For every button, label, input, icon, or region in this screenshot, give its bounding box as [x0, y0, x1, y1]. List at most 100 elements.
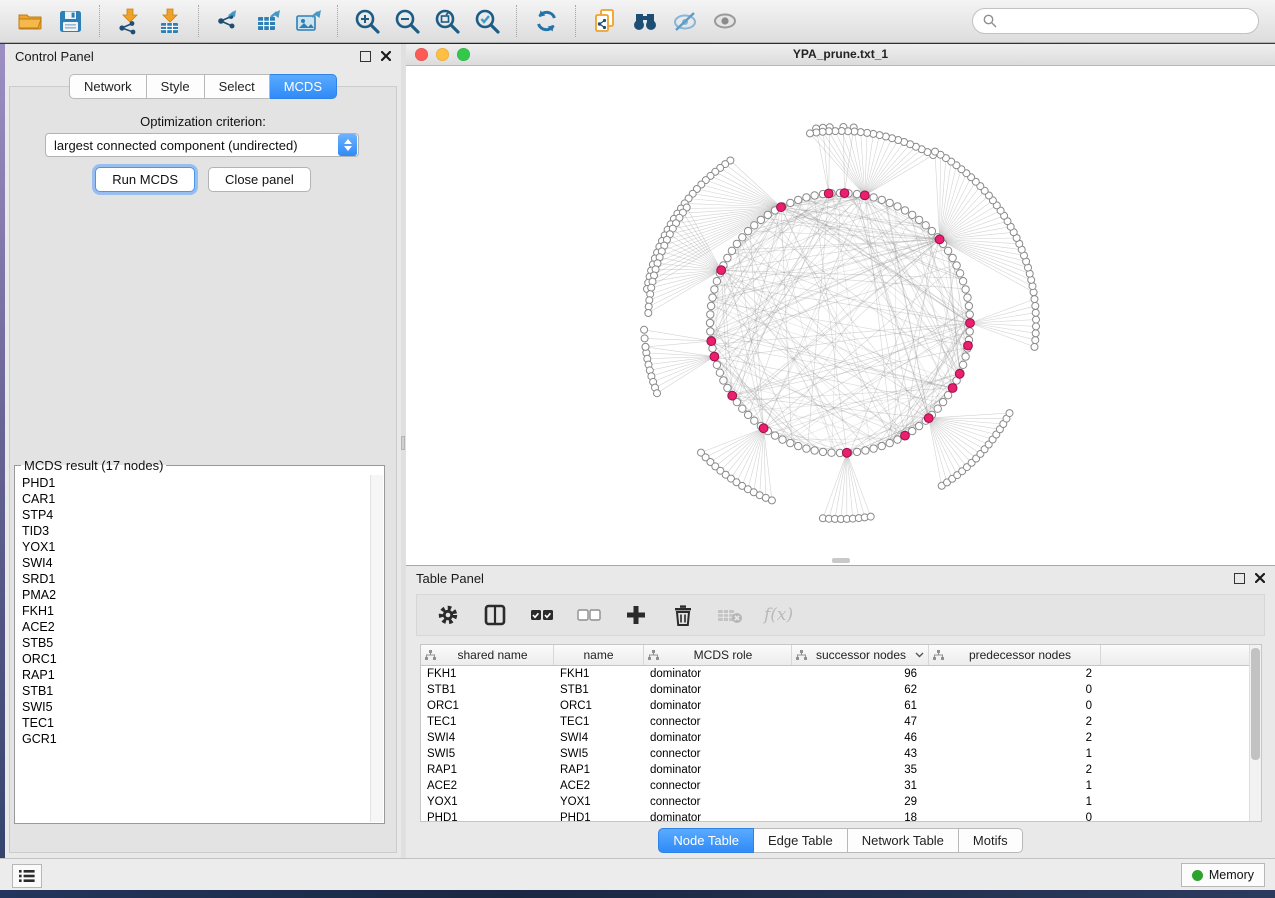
tab-node-table[interactable]: Node Table: [658, 828, 754, 853]
network-canvas[interactable]: [406, 66, 1275, 565]
tab-style[interactable]: Style: [147, 74, 205, 99]
delete-table-button[interactable]: [717, 602, 743, 628]
mcds-result-item[interactable]: YOX1: [16, 539, 371, 555]
column-header-name[interactable]: name: [554, 645, 644, 665]
window-zoom-traffic-light[interactable]: [457, 48, 470, 61]
save-session-button[interactable]: [50, 3, 90, 39]
table-row[interactable]: SWI4SWI4dominator462: [421, 730, 1261, 746]
tab-motifs[interactable]: Motifs: [959, 828, 1023, 853]
column-header-successor-nodes[interactable]: successor nodes: [792, 645, 929, 665]
tab-network[interactable]: Network: [69, 74, 147, 99]
search-network-button[interactable]: [625, 3, 665, 39]
close-table-panel-icon[interactable]: [1255, 573, 1265, 583]
mcds-result-item[interactable]: SRD1: [16, 571, 371, 587]
table-cell: SWI5: [421, 748, 554, 760]
mcds-result-item[interactable]: RAP1: [16, 667, 371, 683]
run-mcds-button[interactable]: Run MCDS: [95, 167, 195, 192]
search-input[interactable]: [1003, 13, 1248, 29]
search-box[interactable]: [972, 8, 1259, 34]
table-cell: STB1: [421, 684, 554, 696]
delete-row-button[interactable]: [670, 602, 696, 628]
mcds-result-item[interactable]: PHD1: [16, 475, 371, 491]
import-network-button[interactable]: [109, 3, 149, 39]
table-row[interactable]: TEC1TEC1connector472: [421, 714, 1261, 730]
tab-mcds[interactable]: MCDS: [270, 74, 337, 99]
canvas-resize-grip[interactable]: [832, 558, 850, 563]
mcds-list-scrollbar[interactable]: [370, 475, 383, 822]
table-row[interactable]: STB1STB1dominator620: [421, 682, 1261, 698]
table-row[interactable]: YOX1YOX1connector291: [421, 794, 1261, 810]
mcds-result-item[interactable]: FKH1: [16, 603, 371, 619]
zoom-out-icon: [394, 8, 421, 35]
mcds-result-item[interactable]: GCR1: [16, 731, 371, 747]
table-row[interactable]: ACE2ACE2connector311: [421, 778, 1261, 794]
show-all-button[interactable]: [705, 3, 745, 39]
export-table-button[interactable]: [248, 3, 288, 39]
import-table-button[interactable]: [149, 3, 189, 39]
network-graph: [406, 66, 1275, 565]
mcds-result-item[interactable]: ORC1: [16, 651, 371, 667]
mcds-result-item[interactable]: TID3: [16, 523, 371, 539]
refresh-button[interactable]: [526, 3, 566, 39]
duplicate-network-button[interactable]: [585, 3, 625, 39]
tab-select[interactable]: Select: [205, 74, 270, 99]
export-network-icon: [215, 8, 242, 35]
open-file-button[interactable]: [10, 3, 50, 39]
zoom-selected-button[interactable]: [467, 3, 507, 39]
export-image-icon: [295, 8, 322, 35]
export-image-button[interactable]: [288, 3, 328, 39]
column-header-predecessor-nodes[interactable]: predecessor nodes: [929, 645, 1101, 665]
mcds-result-item[interactable]: STB1: [16, 683, 371, 699]
window-minimize-traffic-light[interactable]: [436, 48, 449, 61]
splitter-grip[interactable]: [401, 436, 405, 450]
table-cell: RAP1: [421, 764, 554, 776]
mcds-result-item[interactable]: TEC1: [16, 715, 371, 731]
window-close-traffic-light[interactable]: [415, 48, 428, 61]
table-row[interactable]: FKH1FKH1dominator962: [421, 666, 1261, 682]
zoom-in-button[interactable]: [347, 3, 387, 39]
table-row[interactable]: RAP1RAP1dominator352: [421, 762, 1261, 778]
tab-network-table[interactable]: Network Table: [848, 828, 959, 853]
zoom-out-button[interactable]: [387, 3, 427, 39]
column-header-shared-name[interactable]: shared name: [421, 645, 554, 665]
select-all-button[interactable]: [529, 602, 555, 628]
table-cell: RAP1: [554, 764, 644, 776]
memory-status-dot: [1192, 870, 1203, 881]
panel-menu-button[interactable]: [12, 864, 42, 888]
network-view-window: YPA_prune.txt_1: [406, 44, 1275, 565]
tab-edge-table[interactable]: Edge Table: [754, 828, 848, 853]
table-row[interactable]: PHD1PHD1dominator180: [421, 810, 1261, 822]
table-settings-button[interactable]: [435, 602, 461, 628]
add-row-button[interactable]: [623, 602, 649, 628]
table-cell: 35: [792, 764, 929, 776]
function-builder-button[interactable]: f(x): [764, 605, 793, 625]
toggle-columns-button[interactable]: [482, 602, 508, 628]
mcds-result-item[interactable]: PMA2: [16, 587, 371, 603]
mcds-result-item[interactable]: CAR1: [16, 491, 371, 507]
float-table-panel-icon[interactable]: [1234, 573, 1245, 584]
mcds-result-item[interactable]: STB5: [16, 635, 371, 651]
criterion-select[interactable]: largest connected component (undirected): [45, 133, 359, 157]
table-row[interactable]: SWI5SWI5connector431: [421, 746, 1261, 762]
table-scrollbar-thumb[interactable]: [1251, 648, 1260, 760]
close-panel-button[interactable]: Close panel: [208, 167, 311, 192]
delete-table-icon: [717, 606, 743, 624]
network-window-titlebar[interactable]: YPA_prune.txt_1: [406, 44, 1275, 66]
zoom-in-icon: [354, 8, 381, 35]
float-panel-icon[interactable]: [360, 51, 371, 62]
deselect-all-button[interactable]: [576, 602, 602, 628]
hide-selected-button[interactable]: [665, 3, 705, 39]
zoom-fit-button[interactable]: [427, 3, 467, 39]
mcds-result-item[interactable]: ACE2: [16, 619, 371, 635]
save-floppy-icon: [58, 9, 83, 34]
mcds-result-item[interactable]: SWI4: [16, 555, 371, 571]
mcds-result-item[interactable]: STP4: [16, 507, 371, 523]
export-network-button[interactable]: [208, 3, 248, 39]
table-row[interactable]: ORC1ORC1dominator610: [421, 698, 1261, 714]
table-scrollbar[interactable]: [1249, 645, 1261, 821]
close-panel-icon[interactable]: [381, 51, 391, 61]
column-header-MCDS-role[interactable]: MCDS role: [644, 645, 792, 665]
mcds-result-item[interactable]: SWI5: [16, 699, 371, 715]
zoom-fit-icon: [434, 8, 461, 35]
memory-button[interactable]: Memory: [1181, 863, 1265, 887]
